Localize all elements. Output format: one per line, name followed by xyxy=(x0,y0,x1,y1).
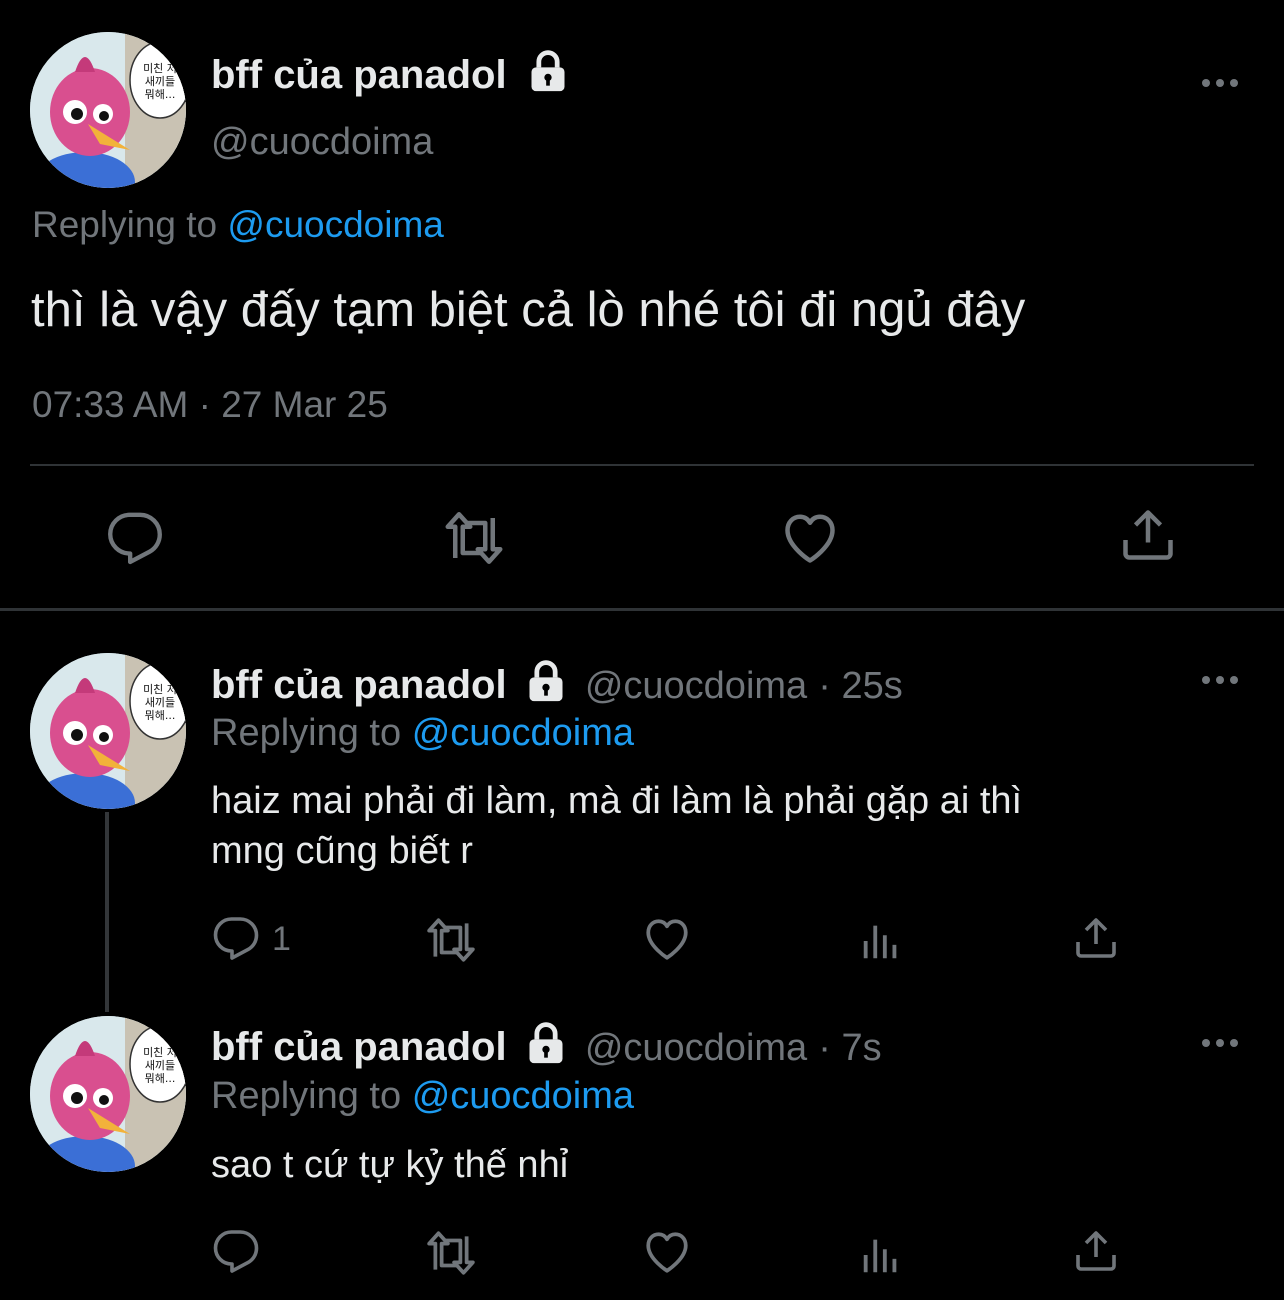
avatar-image xyxy=(30,653,186,809)
views-icon xyxy=(858,918,904,964)
avatar[interactable] xyxy=(30,32,186,188)
views-icon xyxy=(858,1232,904,1278)
share-icon xyxy=(1118,505,1178,565)
lock-icon xyxy=(526,49,570,93)
replying-prefix: Replying to xyxy=(211,712,402,754)
replying-to-link[interactable]: @cuocdoima xyxy=(412,1075,634,1117)
like-icon xyxy=(642,914,692,964)
tweet-header: bff của panadol @cuocdoima · 7s xyxy=(211,1022,882,1073)
display-name[interactable]: bff của panadol xyxy=(211,53,507,97)
divider xyxy=(30,464,1254,466)
like-button[interactable] xyxy=(780,508,840,568)
more-icon[interactable] xyxy=(1200,76,1240,90)
replying-to-link[interactable]: @cuocdoima xyxy=(412,712,634,754)
more-icon[interactable] xyxy=(1200,1036,1240,1050)
reply-icon xyxy=(106,510,164,568)
like-icon xyxy=(780,508,840,568)
avatar-image xyxy=(30,1016,186,1172)
avatar[interactable] xyxy=(30,1016,186,1172)
replying-to-line: Replying to @cuocdoima xyxy=(211,708,634,758)
avatar-image xyxy=(30,32,186,188)
replying-to-line: Replying to @cuocdoima xyxy=(32,200,444,250)
more-icon[interactable] xyxy=(1200,673,1240,687)
replying-prefix: Replying to xyxy=(211,1075,402,1117)
like-icon xyxy=(642,1227,692,1277)
replying-to-line: Replying to @cuocdoima xyxy=(211,1071,634,1121)
display-name[interactable]: bff của panadol xyxy=(211,663,507,707)
tweet-text-line: haiz mai phải đi làm, mà đi làm là phải … xyxy=(211,780,1023,822)
lock-icon xyxy=(524,659,568,703)
share-icon xyxy=(1072,914,1120,962)
reply-icon xyxy=(212,1228,260,1276)
time-ago[interactable]: · 25s xyxy=(818,665,902,707)
replying-to-link[interactable]: @cuocdoima xyxy=(227,204,444,245)
retweet-icon xyxy=(424,915,478,965)
tweet-text: sao t cứ tự kỷ thế nhỉ xyxy=(211,1144,569,1186)
tweet-text: haiz mai phải đi làm, mà đi làm là phải … xyxy=(211,776,1022,876)
display-name[interactable]: bff của panadol xyxy=(211,1025,507,1069)
replying-prefix: Replying to xyxy=(32,204,218,245)
avatar[interactable] xyxy=(30,653,186,809)
share-button[interactable] xyxy=(1118,505,1178,565)
lock-icon xyxy=(524,1021,568,1065)
retweet-icon xyxy=(442,508,506,568)
display-name-row[interactable]: bff của panadol xyxy=(211,50,570,100)
retweet-button[interactable] xyxy=(424,1228,478,1278)
timestamp[interactable]: 07:33 AM · 27 Mar 25 xyxy=(32,382,388,428)
views-button[interactable] xyxy=(858,1232,904,1278)
reply-icon xyxy=(212,915,260,963)
tweet-text: thì là vậy đấy tạm biệt cả lò nhé tôi đi… xyxy=(31,283,1026,337)
reply-button[interactable] xyxy=(106,510,164,568)
views-button[interactable] xyxy=(858,918,904,964)
tweet-header: bff của panadol @cuocdoima · 25s xyxy=(211,660,903,711)
like-button[interactable] xyxy=(642,914,692,964)
thread-line xyxy=(105,812,109,1012)
tweet-text-line: mng cũng biết r xyxy=(211,830,473,872)
section-divider xyxy=(0,608,1284,611)
retweet-button[interactable] xyxy=(442,508,506,568)
retweet-button[interactable] xyxy=(424,915,478,965)
share-button[interactable] xyxy=(1072,914,1120,962)
reply-button[interactable]: 1 xyxy=(212,915,291,963)
handle[interactable]: @cuocdoima xyxy=(211,118,433,166)
retweet-icon xyxy=(424,1228,478,1278)
share-button[interactable] xyxy=(1072,1227,1120,1275)
time-ago[interactable]: · 7s xyxy=(818,1027,881,1069)
handle[interactable]: @cuocdoima xyxy=(585,1027,807,1069)
reply-button[interactable] xyxy=(212,1228,260,1276)
like-button[interactable] xyxy=(642,1227,692,1277)
handle[interactable]: @cuocdoima xyxy=(585,665,807,707)
reply-count: 1 xyxy=(272,919,291,958)
share-icon xyxy=(1072,1227,1120,1275)
